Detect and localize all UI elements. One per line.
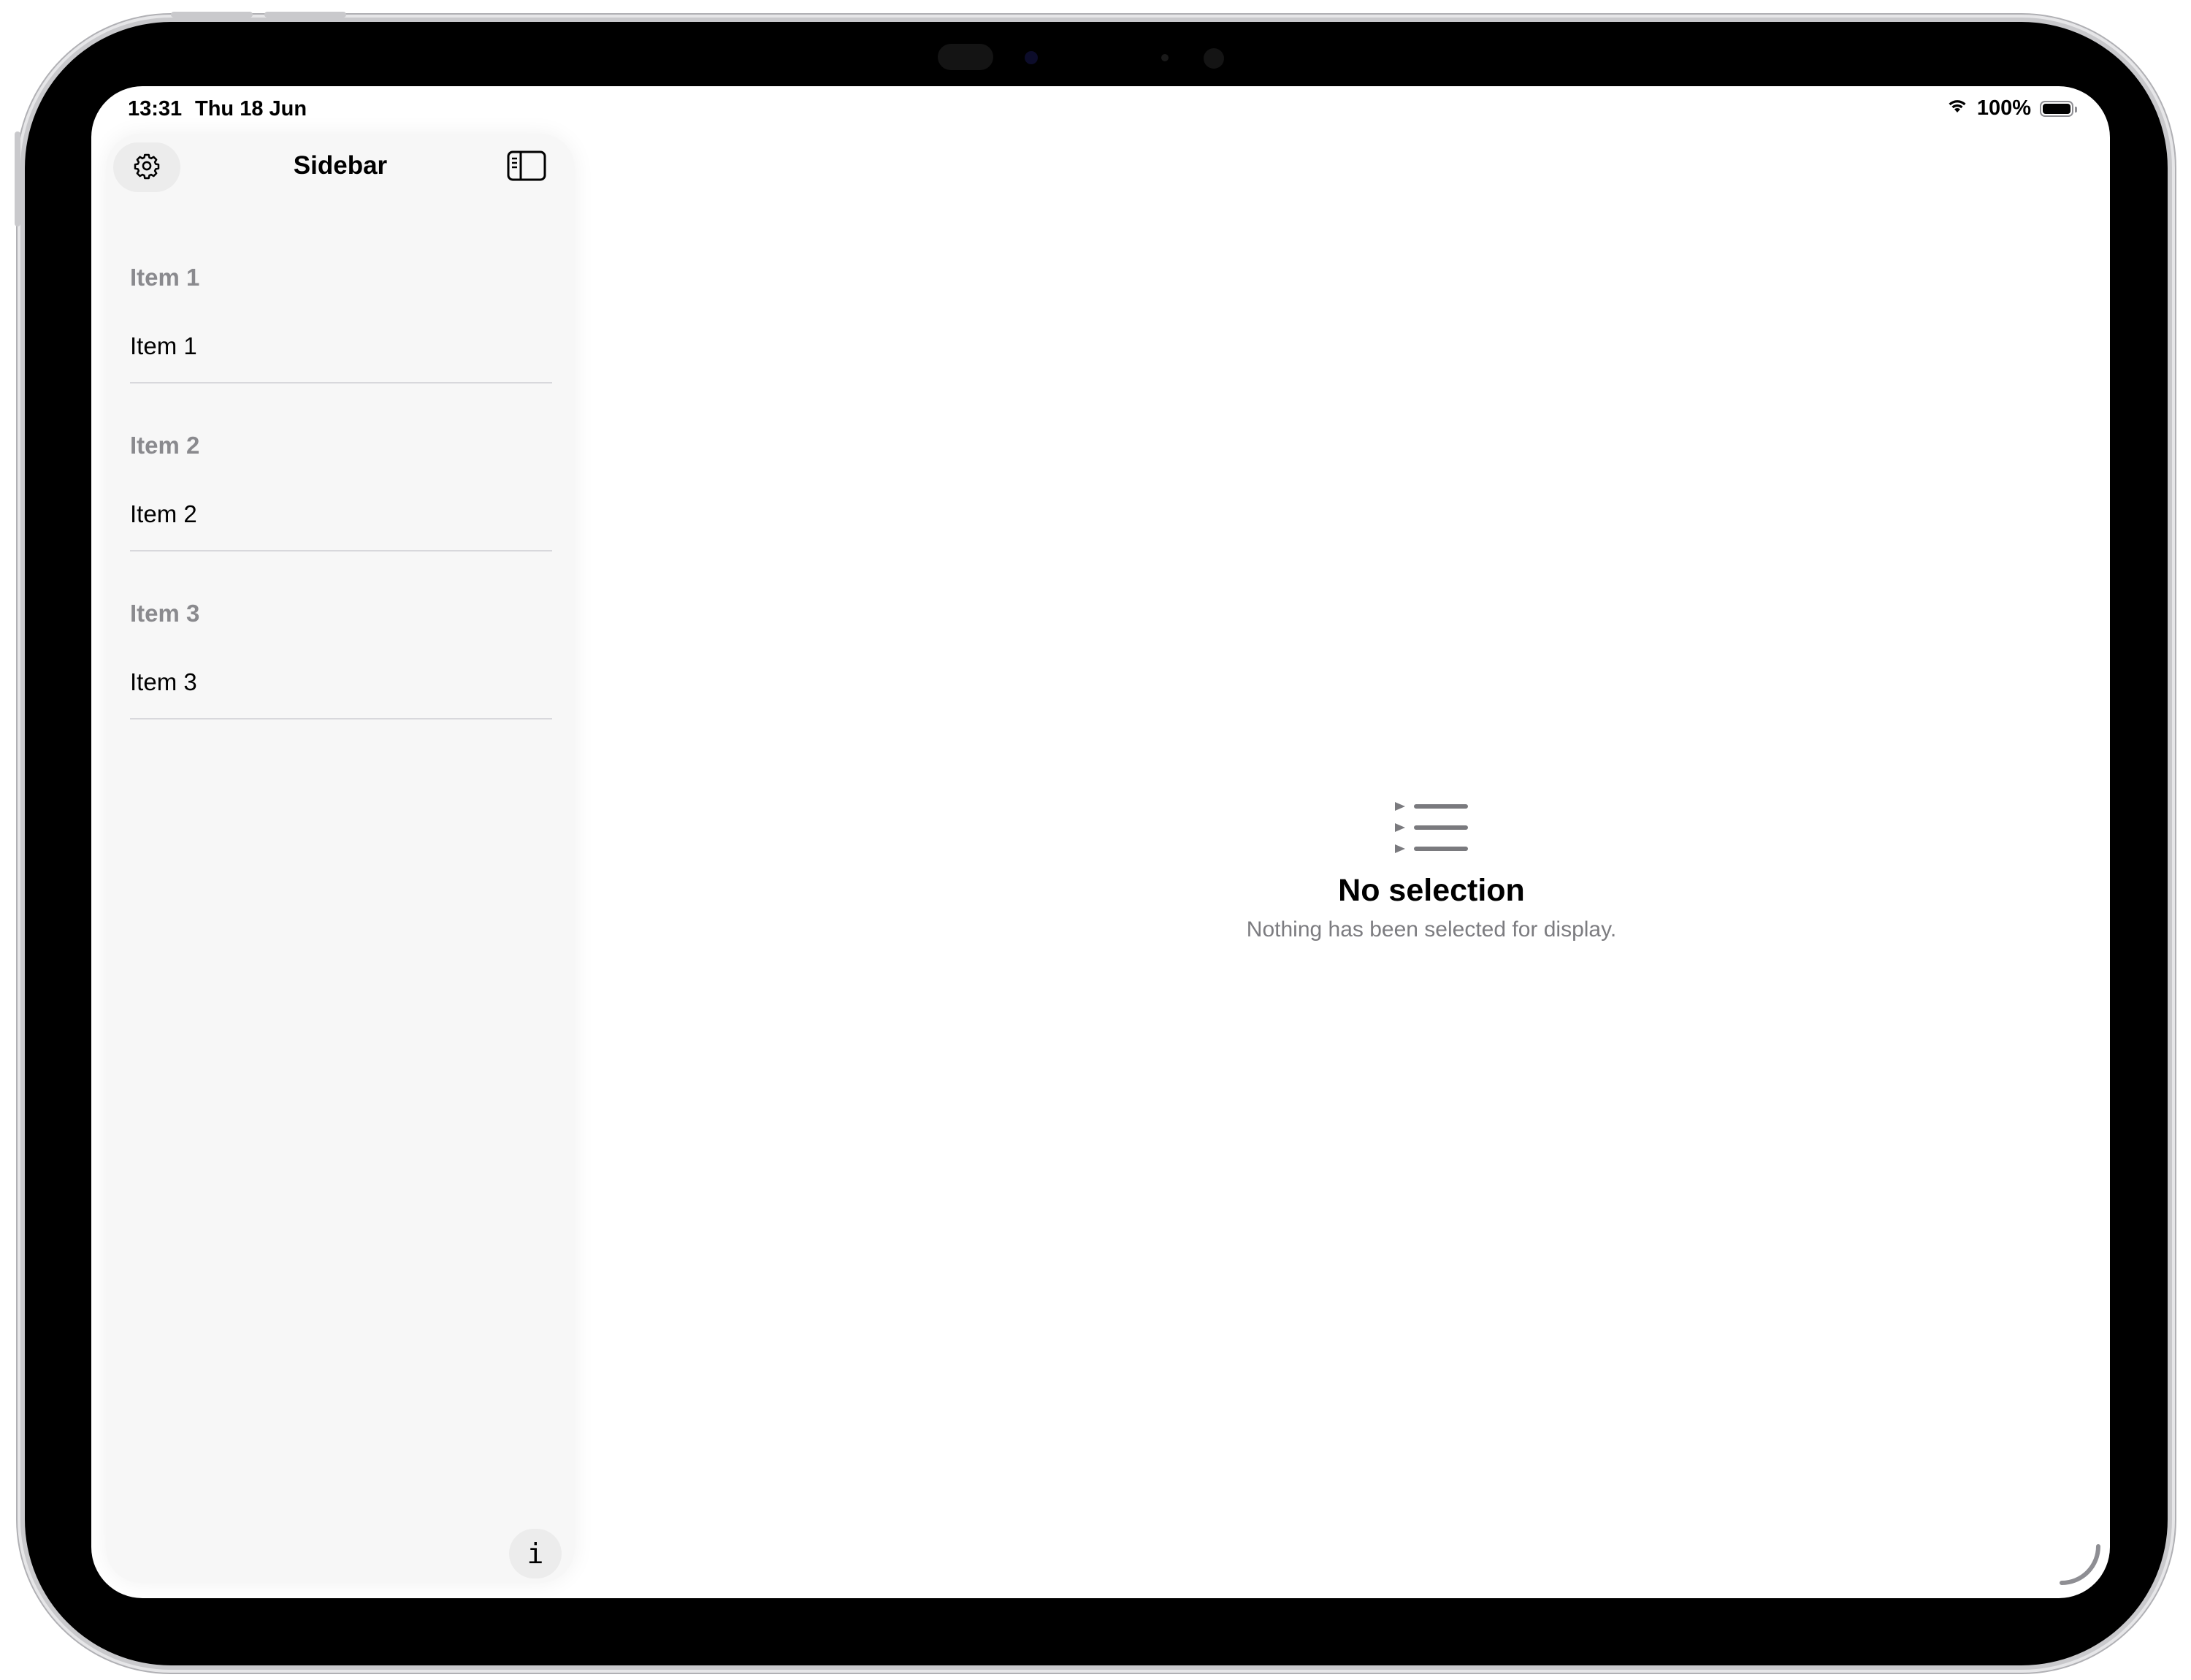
battery-icon (2040, 100, 2077, 117)
flood-sensor (1204, 48, 1224, 69)
empty-state-title: No selection (1338, 873, 1525, 908)
front-sensor (938, 44, 993, 70)
screen: 13:31 Thu 18 Jun 100% Sidebar Item 1 Ite… (91, 86, 2110, 1598)
divider (130, 382, 552, 383)
sidebar-left-icon (507, 150, 546, 185)
battery-percent: 100% (1976, 96, 2031, 120)
top-button (15, 131, 20, 226)
status-bar: 13:31 Thu 18 Jun 100% (91, 86, 2110, 133)
section-header: Item 3 (130, 600, 200, 627)
sidebar-header: Sidebar (106, 134, 575, 199)
status-date: Thu 18 Jun (195, 97, 307, 121)
section-header: Item 1 (130, 264, 200, 291)
volume-down-button (264, 12, 346, 18)
sidebar-title: Sidebar (293, 151, 388, 180)
wifi-icon (1946, 96, 1968, 121)
sidebar: Sidebar Item 1 Item 1 Item 2 Item 2 Item… (106, 134, 575, 1583)
volume-up-button (171, 12, 253, 18)
info-icon: i (527, 1538, 544, 1570)
info-button[interactable]: i (509, 1529, 562, 1578)
sidebar-item[interactable]: Item 3 (130, 668, 197, 696)
empty-state: No selection Nothing has been selected f… (1026, 802, 1837, 942)
empty-state-subtitle: Nothing has been selected for display. (1246, 917, 1617, 942)
sidebar-item[interactable]: Item 1 (130, 332, 197, 360)
window-resize-handle[interactable] (2057, 1542, 2104, 1592)
divider (130, 718, 552, 719)
toggle-sidebar-button[interactable] (506, 150, 547, 185)
section-header: Item 2 (130, 432, 200, 459)
ambient-sensor (1161, 54, 1169, 61)
battery-level-fill (2043, 103, 2070, 114)
sidebar-item[interactable]: Item 2 (130, 500, 197, 528)
front-camera (1025, 51, 1038, 64)
status-time: 13:31 (128, 97, 183, 121)
list-bullet-indent-icon (1026, 802, 1837, 861)
divider (130, 550, 552, 551)
status-indicators: 100% (1946, 96, 2077, 121)
